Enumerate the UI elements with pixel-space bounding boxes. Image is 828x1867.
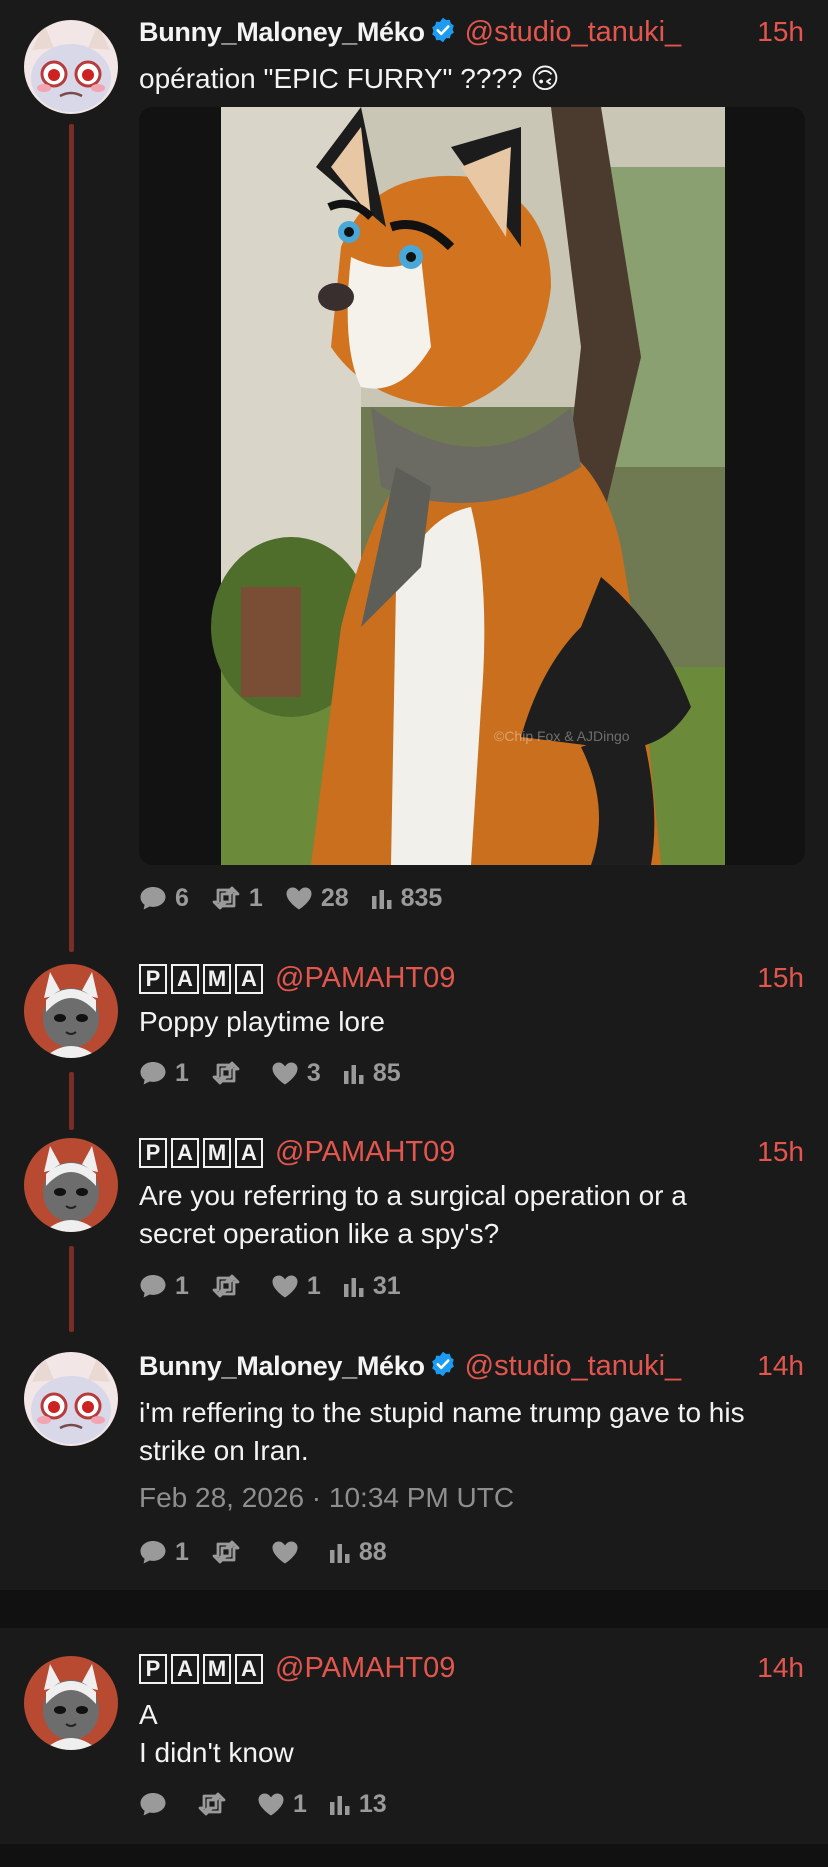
views-icon: [343, 1061, 365, 1085]
like-button[interactable]: 3: [271, 1059, 321, 1088]
tweet-header: P A M A @PAMAHT09 15h: [139, 962, 804, 998]
timestamp[interactable]: 15h: [757, 16, 804, 48]
reply-button[interactable]: 1: [139, 1538, 189, 1567]
tweet-4-main: Bunny_Maloney_Méko @studio_tanuki_ 14h i'…: [0, 1348, 828, 1588]
tweet-text: Poppy playtime lore: [139, 1006, 385, 1037]
views-button[interactable]: 835: [371, 884, 442, 913]
handle[interactable]: @PAMAHT09: [275, 1136, 455, 1168]
bottom-divider: [0, 1844, 828, 1867]
tweet-image[interactable]: ©Chip Fox & AJDingo: [139, 107, 805, 865]
repost-button[interactable]: [211, 1274, 249, 1298]
tweet-text: i'm reffering to the stupid name trump g…: [139, 1397, 745, 1466]
thread-line: [69, 124, 74, 952]
display-name[interactable]: PAMA: [139, 963, 267, 994]
reply-icon: [139, 1791, 167, 1817]
thread-line: [69, 1246, 74, 1332]
action-bar: 1 88: [139, 1536, 409, 1568]
reply-button[interactable]: 6: [139, 884, 189, 913]
action-bar: 1 3 85: [139, 1057, 423, 1089]
reply-icon: [139, 1060, 167, 1086]
repost-button[interactable]: [211, 1540, 249, 1564]
timestamp[interactable]: 15h: [757, 962, 804, 994]
avatar-bunny[interactable]: [24, 1352, 118, 1446]
handle[interactable]: @studio_tanuki_: [465, 16, 681, 48]
handle[interactable]: @PAMAHT09: [275, 962, 455, 994]
action-bar: 1 1 31: [139, 1270, 423, 1302]
handle[interactable]: @PAMAHT09: [275, 1652, 455, 1684]
timestamp[interactable]: 15h: [757, 1136, 804, 1168]
avatar-pama[interactable]: [24, 1138, 118, 1232]
repost-button[interactable]: 1: [211, 884, 263, 913]
reply-icon: [139, 1539, 167, 1565]
like-button[interactable]: [271, 1540, 307, 1564]
views-icon: [329, 1540, 351, 1564]
display-name[interactable]: Bunny_Maloney_Méko: [139, 1351, 425, 1381]
repost-icon: [211, 1274, 241, 1298]
tweet-header: Bunny_Maloney_Méko @studio_tanuki_ 15h: [139, 16, 804, 52]
full-date[interactable]: Feb 28, 2026 · 10:34 PM UTC: [139, 1482, 514, 1514]
repost-icon: [197, 1792, 227, 1816]
action-bar: 6 1 28 835: [139, 882, 464, 914]
verified-icon: [429, 1350, 457, 1383]
like-icon: [271, 1274, 299, 1298]
views-button[interactable]: 13: [329, 1790, 387, 1819]
action-bar: 1 13: [139, 1788, 409, 1820]
tweet-1: Bunny_Maloney_Méko @studio_tanuki_ 15h op…: [0, 0, 828, 960]
tweet-3: P A M A @PAMAHT09 15h Are you referring to a…: [0, 1134, 828, 1344]
image-credit: ©Chip Fox & AJDingo: [494, 728, 630, 744]
tweet-text: A I didn't know: [139, 1696, 798, 1772]
repost-icon: [211, 1540, 241, 1564]
tweet-text: Are you referring to a surgical operatio…: [139, 1180, 687, 1249]
reply-button[interactable]: 1: [139, 1059, 189, 1088]
handle[interactable]: @studio_tanuki_: [465, 1350, 681, 1382]
section-divider: [0, 1590, 828, 1628]
repost-button[interactable]: [197, 1792, 235, 1816]
tweet-5: P A M A @PAMAHT09 14h A I didn't know 1 13: [0, 1652, 828, 1842]
views-icon: [343, 1274, 365, 1298]
tweet-text-line: I didn't know: [139, 1737, 294, 1768]
like-icon: [271, 1061, 299, 1085]
reply-button[interactable]: 1: [139, 1272, 189, 1301]
views-button[interactable]: 85: [343, 1059, 401, 1088]
verified-icon: [429, 16, 457, 49]
like-button[interactable]: 1: [257, 1790, 307, 1819]
like-icon: [271, 1540, 299, 1564]
tweet-header: Bunny_Maloney_Méko @studio_tanuki_ 14h: [139, 1350, 804, 1386]
tweet-text-line: A: [139, 1699, 158, 1730]
reply-icon: [139, 885, 167, 911]
tweet-header: P A M A @PAMAHT09 14h: [139, 1652, 804, 1688]
display-name[interactable]: Bunny_Maloney_Méko: [139, 17, 425, 47]
thread-line: [69, 1072, 74, 1130]
tweet-text: opération "EPIC FURRY" ???? 🙃: [139, 63, 560, 94]
timestamp[interactable]: 14h: [757, 1350, 804, 1382]
avatar-pama[interactable]: [24, 964, 118, 1058]
repost-button[interactable]: [211, 1061, 249, 1085]
reply-button[interactable]: [139, 1791, 175, 1817]
like-button[interactable]: 28: [285, 884, 349, 913]
views-button[interactable]: 31: [343, 1272, 401, 1301]
views-icon: [329, 1792, 351, 1816]
tweet-2: P A M A @PAMAHT09 15h Poppy playtime lore 1 …: [0, 960, 828, 1130]
timestamp[interactable]: 14h: [757, 1652, 804, 1684]
like-button[interactable]: 1: [271, 1272, 321, 1301]
avatar-pama[interactable]: [24, 1656, 118, 1750]
reply-icon: [139, 1273, 167, 1299]
tweet-header: P A M A @PAMAHT09 15h: [139, 1136, 804, 1172]
display-name[interactable]: PAMA: [139, 1137, 267, 1168]
repost-icon: [211, 886, 241, 910]
like-icon: [285, 886, 313, 910]
display-name[interactable]: PAMA: [139, 1653, 267, 1684]
like-icon: [257, 1792, 285, 1816]
repost-icon: [211, 1061, 241, 1085]
views-button[interactable]: 88: [329, 1538, 387, 1567]
avatar-bunny[interactable]: [24, 20, 118, 114]
views-icon: [371, 886, 393, 910]
